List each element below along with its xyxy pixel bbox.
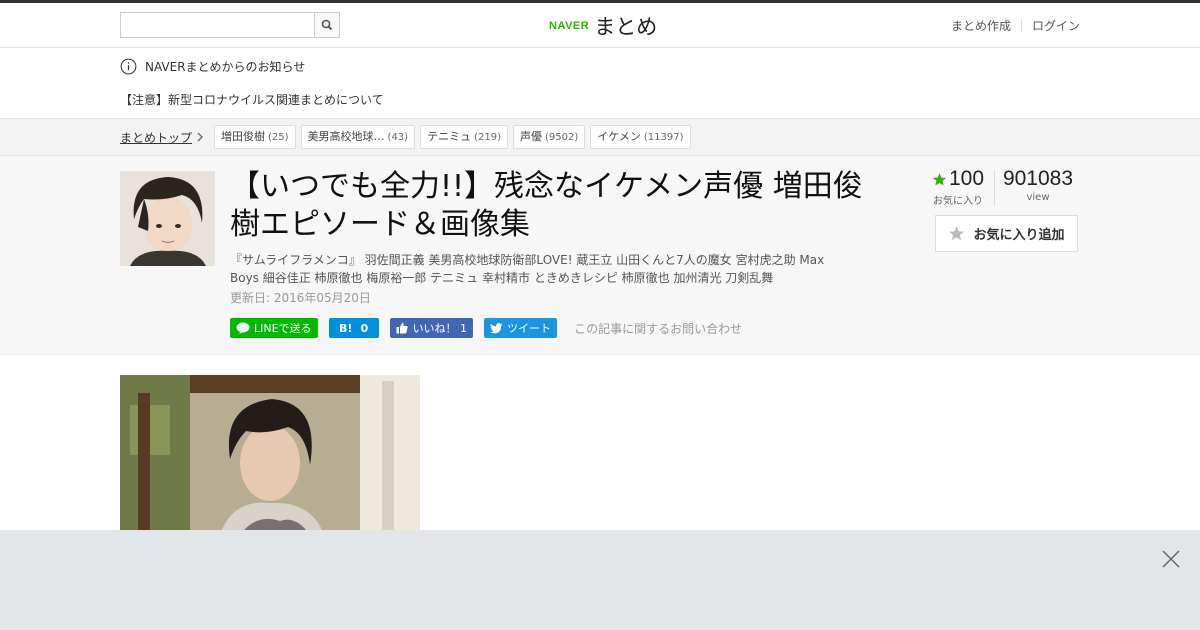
search-input[interactable] [121, 13, 319, 35]
notice-section: NAVERまとめからのお知らせ 【注意】新型コロナウイルス関連まとめについて [0, 48, 1200, 119]
article-header: 【いつでも全力!!】残念なイケメン声優 増田俊樹エピソード＆画像集 『サムライフ… [0, 156, 1200, 355]
contact-link[interactable]: この記事に関するお問い合わせ [574, 320, 742, 337]
tag-ikemen[interactable]: イケメン (11397) [590, 125, 691, 149]
add-favorite-button[interactable]: お気に入り追加 [935, 215, 1078, 252]
notice-header: NAVERまとめからのお知らせ [120, 58, 305, 75]
search-box [120, 12, 340, 38]
notice-title: NAVERまとめからのお知らせ [145, 60, 306, 74]
search-icon [321, 19, 333, 31]
hatena-bookmark-button[interactable]: B! 0 [328, 318, 379, 338]
breadcrumb: まとめトップ 増田俊樹 (25) 美男高校地球… (43) テニミュ (219) 声優… [0, 119, 1200, 156]
header-links: まとめ作成 ログイン [951, 17, 1080, 34]
matome-top-link[interactable]: まとめトップ [120, 129, 192, 146]
updated-date: 更新日: 2016年05月20日 [230, 291, 371, 305]
notice-item-link[interactable]: 【注意】新型コロナウイルス関連まとめについて [120, 91, 384, 108]
site-header: NAVER まとめ まとめ作成 ログイン [0, 3, 1200, 48]
naver-matome-logo[interactable]: NAVER まとめ [549, 11, 657, 41]
logo-naver-text: NAVER [549, 20, 590, 32]
line-share-button[interactable]: LINEで送る [230, 318, 318, 338]
tag-binan-koukou[interactable]: 美男高校地球… (43) [300, 125, 416, 149]
hatena-b-icon: B! [339, 321, 353, 335]
line-icon [236, 322, 250, 334]
advertisement-bar [0, 530, 1200, 630]
twitter-tweet-button[interactable]: ツイート [484, 318, 558, 338]
header-link-divider [1020, 19, 1022, 32]
facebook-like-button[interactable]: いいね！ 1 [389, 318, 474, 338]
article-title: 【いつでも全力!!】残念なイケメン声優 増田俊樹エピソード＆画像集 [230, 169, 863, 242]
article-main-image[interactable] [120, 375, 420, 535]
star-icon [932, 172, 947, 185]
tag-seiyuu[interactable]: 声優 (9502) [512, 125, 586, 149]
photo-image [120, 375, 420, 535]
share-buttons: LINEで送る B! 0 いいね！ 1 ツイート この記事に関するお問い合わせ [230, 318, 742, 338]
login-link[interactable]: ログイン [1032, 17, 1080, 34]
tag-masuda-toshiki[interactable]: 増田俊樹 (25) [214, 125, 296, 149]
article-thumbnail[interactable] [120, 171, 215, 266]
chevron-right-icon [197, 132, 203, 142]
search-button[interactable] [314, 13, 339, 37]
twitter-bird-icon [490, 322, 503, 333]
views-stat: 901083 view [1002, 167, 1074, 203]
thumbs-up-icon [396, 322, 408, 334]
create-matome-link[interactable]: まとめ作成 [951, 17, 1011, 34]
favorites-stat: 100 お気に入り [932, 167, 985, 207]
article-stats: 100 お気に入り 901083 view [922, 166, 1081, 207]
logo-matome-text: まとめ [594, 15, 658, 39]
info-icon [120, 58, 137, 75]
close-icon[interactable] [1162, 550, 1180, 568]
star-outline-icon [949, 226, 965, 241]
tag-tenimyu[interactable]: テニミュ (219) [420, 125, 508, 149]
article-description: 『サムライフラメンコ』 羽佐間正義 美男高校地球防衛部LOVE! 蔵王立 山田く… [230, 253, 825, 285]
portrait-image [120, 171, 215, 266]
